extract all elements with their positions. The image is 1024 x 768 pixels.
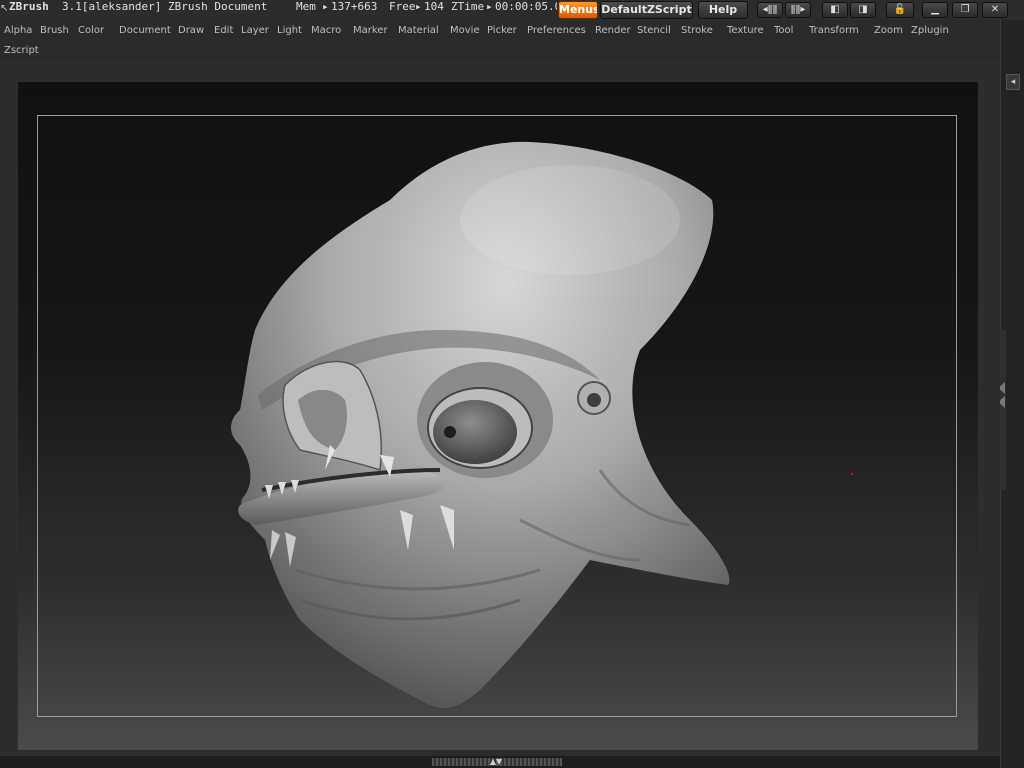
expand-bottom-tray-icon[interactable]: ▲▼: [488, 757, 504, 767]
sculpt-model[interactable]: [0, 0, 1000, 760]
expand-right-tray-icon[interactable]: ◂: [1006, 74, 1020, 90]
cursor-dot: [851, 473, 853, 475]
